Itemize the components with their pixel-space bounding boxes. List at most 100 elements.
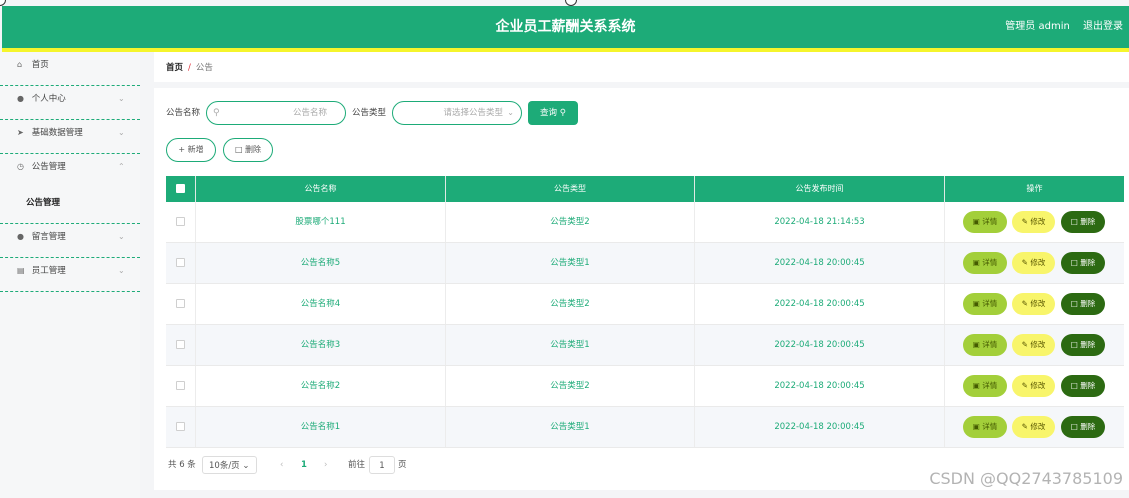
detail-button-label: 详情 [982, 299, 998, 308]
cell-type: 公告类型1 [446, 243, 695, 283]
sidebar-item-personal-center[interactable]: ● 个人中心 ⌄ [0, 86, 140, 120]
doc-icon: ▣ [972, 422, 980, 431]
table-row: 公告名称4 公告类型2 2022-04-18 20:00:45 ▣ 详情 ✎ 修… [166, 284, 1124, 325]
type-select[interactable]: 请选择公告类型 ⌄ [392, 101, 522, 125]
delete-button[interactable]: □ 删除 [1061, 211, 1105, 233]
table-header: 公告名称 公告类型 公告发布时间 操作 [166, 176, 1124, 202]
sidebar-item-label: 基础数据管理 [31, 128, 83, 138]
edit-button[interactable]: ✎ 修改 [1012, 211, 1055, 233]
row-checkbox[interactable] [176, 381, 185, 390]
breadcrumb-current: 公告 [195, 63, 213, 73]
app-title: 企业员工薪酬关系系统 [495, 19, 636, 35]
delete-button-label: 删除 [1080, 217, 1096, 226]
next-page-icon[interactable]: › [324, 456, 327, 474]
bulk-delete-button[interactable]: □ 删除 [223, 138, 273, 162]
doc-icon: ▣ [972, 381, 980, 390]
edit-button[interactable]: ✎ 修改 [1012, 252, 1055, 274]
column-header-type[interactable]: 公告类型 [446, 176, 695, 202]
sidebar-item-messages[interactable]: ● 留言管理 ⌄ [0, 224, 140, 258]
sidebar-item-announcements[interactable]: ◷ 公告管理 ⌃ [0, 154, 140, 188]
trash-icon: □ [1070, 217, 1078, 226]
clock-icon: ◷ [17, 162, 24, 171]
doc-icon: ▣ [972, 217, 980, 226]
row-select-cell [166, 407, 196, 447]
sidebar-item-home[interactable]: ⌂ 首页 [0, 52, 140, 86]
column-header-ops: 操作 [1026, 184, 1043, 193]
edit-button-label: 修改 [1030, 340, 1046, 349]
cell-type: 公告类型1 [446, 407, 695, 447]
edit-button[interactable]: ✎ 修改 [1012, 375, 1055, 397]
name-filter-label: 公告名称 [166, 108, 201, 118]
row-checkbox[interactable] [176, 258, 185, 267]
cell-ops: ▣ 详情 ✎ 修改 □ 删除 [945, 284, 1124, 324]
cell-ops: ▣ 详情 ✎ 修改 □ 删除 [945, 366, 1124, 406]
detail-button[interactable]: ▣ 详情 [963, 375, 1007, 397]
trash-icon: □ [1070, 258, 1078, 267]
row-checkbox[interactable] [176, 217, 185, 226]
column-header-time[interactable]: 公告发布时间 [695, 176, 945, 202]
user-icon: ● [17, 94, 24, 103]
search-icon: ⚲ [559, 108, 566, 118]
header-user-area: 管理员 admin 退出登录 [995, 6, 1123, 48]
delete-button[interactable]: □ 删除 [1061, 416, 1105, 438]
logout-button[interactable]: 退出登录 [1083, 21, 1123, 32]
announcement-table: 公告名称 公告类型 公告发布时间 操作 股票哪个111 公告类型2 2022-0… [166, 176, 1124, 448]
sidebar-item-label: 首页 [31, 60, 49, 70]
search-button[interactable]: 查询 ⚲ [528, 101, 578, 125]
pencil-icon: ✎ [1021, 422, 1028, 431]
goto-page-input[interactable]: 1 [369, 456, 395, 474]
delete-button[interactable]: □ 删除 [1061, 293, 1105, 315]
name-search-input[interactable]: ⚲ 公告名称 [206, 101, 346, 125]
cell-time: 2022-04-18 21:14:53 [695, 202, 945, 242]
user-icon: ● [17, 232, 24, 241]
edit-button[interactable]: ✎ 修改 [1012, 293, 1055, 315]
chart-icon: ▤ [17, 266, 25, 275]
delete-button[interactable]: □ 删除 [1061, 375, 1105, 397]
sidebar-item-basic-data[interactable]: ➤ 基础数据管理 ⌄ [0, 120, 140, 154]
plus-icon: + [178, 145, 186, 154]
detail-button[interactable]: ▣ 详情 [963, 252, 1007, 274]
edit-button-label: 修改 [1030, 217, 1046, 226]
type-filter-label: 公告类型 [352, 108, 387, 118]
pencil-icon: ✎ [1021, 258, 1028, 267]
breadcrumb-home[interactable]: 首页 [166, 63, 183, 73]
detail-button[interactable]: ▣ 详情 [963, 211, 1007, 233]
page-size-select[interactable]: 10条/页 ⌄ [202, 456, 257, 474]
sidebar-item-employees[interactable]: ▤ 员工管理 ⌄ [0, 258, 140, 292]
add-button[interactable]: + 新增 [166, 138, 216, 162]
cell-ops: ▣ 详情 ✎ 修改 □ 删除 [945, 325, 1124, 365]
edit-button[interactable]: ✎ 修改 [1012, 416, 1055, 438]
edit-button-label: 修改 [1030, 381, 1046, 390]
detail-button[interactable]: ▣ 详情 [963, 293, 1007, 315]
detail-button-label: 详情 [982, 340, 998, 349]
cell-time: 2022-04-18 20:00:45 [695, 407, 945, 447]
row-checkbox[interactable] [176, 422, 185, 431]
sidebar-subitem-announcement-manage[interactable]: 公告管理 [0, 188, 140, 224]
page-unit-label: 页 [398, 460, 407, 470]
column-header-name[interactable]: 公告名称 [196, 176, 446, 202]
cell-type: 公告类型2 [446, 202, 695, 242]
trash-icon: □ [1070, 340, 1078, 349]
delete-button-label: 删除 [1080, 422, 1096, 431]
prev-page-icon[interactable]: ‹ [280, 456, 283, 474]
chevron-down-icon: ⌄ [507, 108, 514, 117]
current-page-number[interactable]: 1 [301, 456, 307, 474]
edit-button[interactable]: ✎ 修改 [1012, 334, 1055, 356]
cell-ops: ▣ 详情 ✎ 修改 □ 删除 [945, 243, 1124, 283]
select-all-checkbox[interactable] [176, 184, 185, 193]
delete-button[interactable]: □ 删除 [1061, 252, 1105, 274]
detail-button[interactable]: ▣ 详情 [963, 334, 1007, 356]
pencil-icon: ✎ [1021, 381, 1028, 390]
delete-button[interactable]: □ 删除 [1061, 334, 1105, 356]
bulk-delete-button-label: 删除 [245, 145, 262, 154]
table-row: 公告名称5 公告类型1 2022-04-18 20:00:45 ▣ 详情 ✎ 修… [166, 243, 1124, 284]
cell-type: 公告类型2 [446, 284, 695, 324]
table-row: 公告名称3 公告类型1 2022-04-18 20:00:45 ▣ 详情 ✎ 修… [166, 325, 1124, 366]
page-size-value: 10条/页 [209, 461, 240, 471]
admin-user-label[interactable]: 管理员 admin [1005, 21, 1070, 32]
delete-button-label: 删除 [1080, 299, 1096, 308]
sidebar-item-label: 留言管理 [31, 232, 66, 242]
row-checkbox[interactable] [176, 299, 185, 308]
detail-button[interactable]: ▣ 详情 [963, 416, 1007, 438]
row-checkbox[interactable] [176, 340, 185, 349]
